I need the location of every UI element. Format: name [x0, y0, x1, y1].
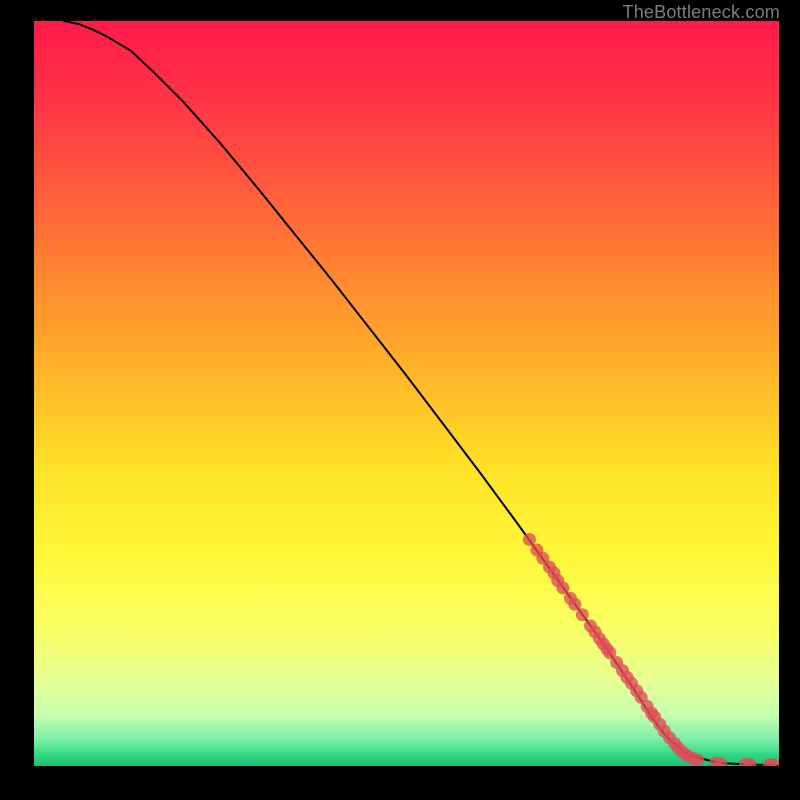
chart-stage: TheBottleneck.com [0, 0, 800, 800]
data-point [556, 581, 569, 594]
plot-frame [34, 21, 779, 766]
chart-svg [34, 21, 779, 766]
data-point [691, 754, 704, 766]
gradient-background [34, 21, 779, 766]
data-point [568, 598, 581, 611]
watermark-text: TheBottleneck.com [623, 2, 780, 23]
data-point [576, 608, 589, 621]
data-point [523, 533, 536, 546]
